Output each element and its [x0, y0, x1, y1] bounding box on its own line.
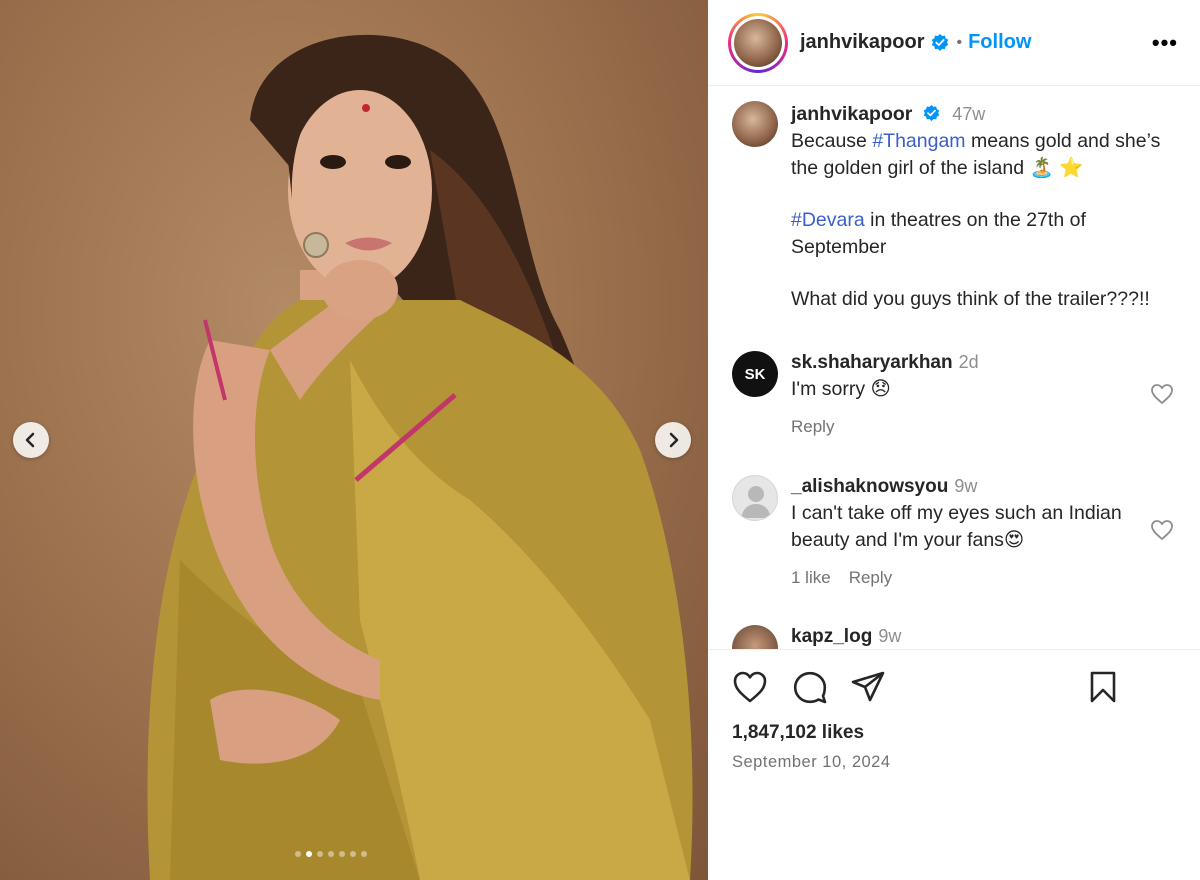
- comment-icon[interactable]: [792, 670, 828, 704]
- post-sidebar: janhvikapoor • Follow ••• janhvikapoor 4…: [708, 0, 1200, 880]
- reply-button[interactable]: Reply: [849, 568, 892, 587]
- bookmark-icon[interactable]: [1088, 670, 1118, 704]
- caption-line-1: Because #Thangam means gold and she’s th…: [791, 130, 1161, 179]
- commenter-avatar[interactable]: [732, 475, 778, 521]
- hashtag-thangam-link[interactable]: #Thangam: [872, 130, 965, 152]
- reply-button[interactable]: Reply: [791, 417, 834, 436]
- caption-line-3: What did you guys think of the trailer??…: [791, 288, 1150, 310]
- author-username[interactable]: janhvikapoor: [800, 31, 924, 54]
- carousel-indicator: [295, 851, 367, 857]
- heart-icon[interactable]: [1150, 383, 1174, 405]
- commenter-avatar[interactable]: SK: [732, 351, 778, 397]
- post-caption: janhvikapoor 47w Because #Thangam means …: [732, 101, 1182, 313]
- comment-item: SK sk.shaharyarkhan 2d I'm sorry 😞 Reply: [732, 351, 1182, 440]
- carousel-dot[interactable]: [295, 851, 301, 857]
- caption-line-2: #Devara in theatres on the 27th of Septe…: [791, 209, 1086, 258]
- header-separator: •: [956, 33, 963, 51]
- carousel-dot[interactable]: [361, 851, 367, 857]
- comment-time: 2d: [958, 352, 979, 372]
- send-icon[interactable]: [850, 670, 886, 704]
- carousel-dot[interactable]: [317, 851, 323, 857]
- post-actions: 1,847,102 likes September 10, 2024: [708, 649, 1200, 880]
- post-photo: [147, 34, 693, 880]
- caption-avatar[interactable]: [732, 101, 778, 147]
- verified-badge-icon: [923, 104, 940, 122]
- commenter-username[interactable]: kapz_log: [791, 626, 872, 647]
- caption-username[interactable]: janhvikapoor: [791, 103, 912, 125]
- post-media: [0, 0, 708, 880]
- post-date[interactable]: September 10, 2024: [732, 753, 891, 772]
- comment-item: _alishaknowsyou 9w I can't take off my ey…: [732, 475, 1182, 591]
- carousel-dot[interactable]: [339, 851, 345, 857]
- comment-time: 9w: [878, 626, 902, 646]
- author-avatar[interactable]: [728, 12, 788, 73]
- comment-text: I'm sorry 😞: [791, 378, 891, 400]
- commenter-username[interactable]: _alishaknowsyou: [791, 476, 948, 497]
- caption-time: 47w: [952, 104, 986, 124]
- comment-time: 9w: [954, 476, 978, 496]
- heart-icon[interactable]: [1150, 519, 1174, 541]
- verified-badge-icon: [932, 33, 949, 51]
- carousel-prev-button[interactable]: [13, 422, 49, 458]
- commenter-avatar[interactable]: [732, 625, 778, 649]
- commenter-username[interactable]: sk.shaharyarkhan: [791, 352, 953, 373]
- chevron-left-icon: [25, 432, 35, 448]
- comment-text: I can't take off my eyes such an Indian …: [791, 502, 1122, 551]
- carousel-dot[interactable]: [306, 851, 312, 857]
- comment-item: kapz_log 9w: [732, 625, 1182, 649]
- likes-count[interactable]: 1,847,102 likes: [732, 722, 864, 744]
- heart-icon[interactable]: [732, 670, 768, 704]
- post-header: janhvikapoor • Follow •••: [708, 0, 1200, 86]
- comment-likes-count[interactable]: 1 like: [791, 568, 831, 587]
- more-options-button[interactable]: •••: [1152, 30, 1178, 56]
- carousel-dot[interactable]: [328, 851, 334, 857]
- hashtag-devara-link[interactable]: #Devara: [791, 209, 865, 231]
- comments-section: janhvikapoor 47w Because #Thangam means …: [708, 87, 1200, 649]
- carousel-dot[interactable]: [350, 851, 356, 857]
- follow-button[interactable]: Follow: [968, 31, 1031, 54]
- default-avatar-icon: [741, 486, 771, 518]
- carousel-next-button[interactable]: [655, 422, 691, 458]
- chevron-right-icon: [669, 432, 679, 448]
